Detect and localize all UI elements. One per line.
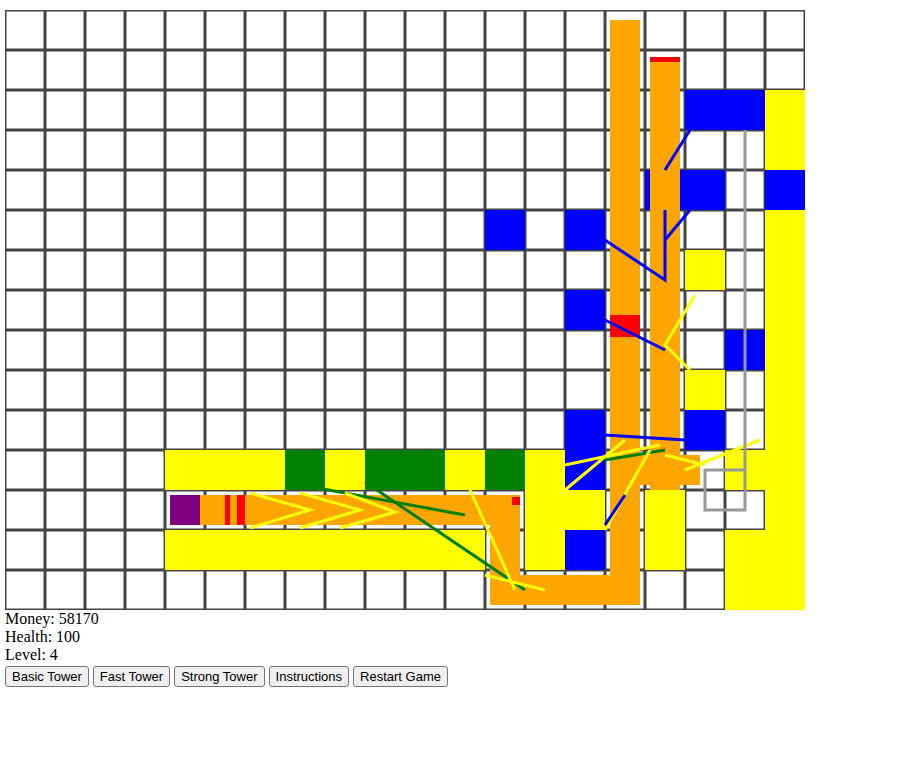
- game-page: Money: 58170Health: 100Level: 4Basic Tow…: [0, 0, 903, 687]
- board-ground: [5, 10, 805, 610]
- basic-tower[interactable]: [765, 530, 805, 570]
- stats: Money: 58170Health: 100Level: 4: [5, 610, 903, 664]
- shot-line: [685, 440, 760, 470]
- shot-line: [605, 210, 665, 280]
- grid: [5, 10, 805, 610]
- toolbar: Basic TowerFast TowerStrong TowerInstruc…: [5, 666, 903, 687]
- basic-tower[interactable]: [645, 490, 685, 530]
- toolbar-button[interactable]: Strong Tower: [174, 666, 264, 687]
- strong-tower[interactable]: [565, 410, 605, 450]
- shot-line: [605, 450, 650, 530]
- grid-line: [44, 10, 47, 610]
- basic-tower[interactable]: [765, 450, 805, 490]
- stat-line: Money: 58170: [5, 610, 903, 628]
- basic-tower[interactable]: [765, 210, 805, 250]
- toolbar-button[interactable]: Basic Tower: [5, 666, 89, 687]
- strong-tower[interactable]: [685, 90, 725, 130]
- shot-line: [705, 130, 745, 510]
- toolbar-button[interactable]: Instructions: [269, 666, 349, 687]
- grid-line: [5, 10, 805, 12]
- shot-line: [365, 482, 525, 590]
- grid-line: [5, 609, 805, 611]
- toolbar-button[interactable]: Fast Tower: [93, 666, 170, 687]
- enemy: [225, 495, 230, 525]
- basic-tower[interactable]: [685, 370, 725, 410]
- strong-tower[interactable]: [685, 170, 725, 210]
- shot-line: [605, 495, 625, 525]
- basic-tower[interactable]: [285, 530, 325, 570]
- basic-tower[interactable]: [645, 530, 685, 570]
- fast-tower[interactable]: [365, 450, 405, 490]
- basic-tower[interactable]: [245, 450, 285, 490]
- fast-tower[interactable]: [405, 450, 445, 490]
- enemy: [650, 57, 680, 62]
- basic-tower[interactable]: [765, 570, 805, 610]
- strong-tower[interactable]: [725, 90, 765, 130]
- shot-line: [470, 490, 515, 590]
- stat-line: Level: 4: [5, 646, 903, 664]
- path-segment: [610, 20, 640, 605]
- shot-line: [565, 440, 625, 490]
- grid-line: [5, 10, 7, 610]
- basic-tower[interactable]: [725, 570, 765, 610]
- shot-line: [250, 493, 310, 528]
- path-segment: [640, 455, 700, 485]
- strong-tower[interactable]: [765, 170, 805, 210]
- grid-line: [124, 10, 127, 610]
- basic-tower[interactable]: [165, 450, 205, 490]
- shot-line: [340, 493, 395, 528]
- basic-tower[interactable]: [525, 530, 565, 570]
- basic-tower[interactable]: [765, 490, 805, 530]
- basic-tower[interactable]: [165, 530, 205, 570]
- grid-line: [5, 49, 805, 52]
- enemy: [170, 495, 200, 525]
- basic-tower[interactable]: [765, 410, 805, 450]
- basic-tower[interactable]: [325, 450, 365, 490]
- basic-tower[interactable]: [765, 330, 805, 370]
- basic-tower[interactable]: [325, 530, 365, 570]
- basic-tower[interactable]: [525, 450, 565, 490]
- strong-tower[interactable]: [565, 530, 605, 570]
- strong-tower[interactable]: [685, 410, 725, 450]
- basic-tower[interactable]: [565, 490, 605, 530]
- basic-tower[interactable]: [445, 450, 485, 490]
- basic-tower[interactable]: [765, 370, 805, 410]
- shot-line: [665, 130, 690, 170]
- enemy-path: [200, 20, 700, 605]
- basic-tower[interactable]: [765, 290, 805, 330]
- shot-line: [300, 493, 360, 528]
- fast-tower[interactable]: [485, 450, 525, 490]
- grid-line: [164, 10, 167, 610]
- basic-tower[interactable]: [405, 530, 445, 570]
- game-board[interactable]: [5, 10, 805, 610]
- basic-tower[interactable]: [765, 250, 805, 290]
- toolbar-button[interactable]: Restart Game: [353, 666, 448, 687]
- shot-line: [665, 455, 705, 465]
- enemy: [512, 497, 520, 505]
- basic-tower[interactable]: [525, 490, 565, 530]
- towers: [165, 90, 805, 610]
- strong-tower[interactable]: [565, 210, 605, 250]
- basic-tower[interactable]: [365, 530, 405, 570]
- enemy: [237, 495, 245, 525]
- shot-line: [605, 435, 685, 440]
- basic-tower[interactable]: [725, 530, 765, 570]
- strong-tower[interactable]: [485, 210, 525, 250]
- basic-tower[interactable]: [245, 530, 285, 570]
- stat-line: Health: 100: [5, 628, 903, 646]
- shot-line: [665, 210, 690, 240]
- shot-line: [665, 295, 695, 370]
- enemies: [170, 57, 680, 525]
- basic-tower[interactable]: [685, 250, 725, 290]
- basic-tower[interactable]: [765, 90, 805, 130]
- strong-tower[interactable]: [565, 290, 605, 330]
- basic-tower[interactable]: [205, 450, 245, 490]
- shots: [250, 130, 760, 590]
- basic-tower[interactable]: [205, 530, 245, 570]
- shot-line: [485, 575, 545, 590]
- basic-tower[interactable]: [765, 130, 805, 170]
- shot-line: [605, 320, 665, 350]
- grid-line: [84, 10, 87, 610]
- grid-line: [5, 329, 805, 332]
